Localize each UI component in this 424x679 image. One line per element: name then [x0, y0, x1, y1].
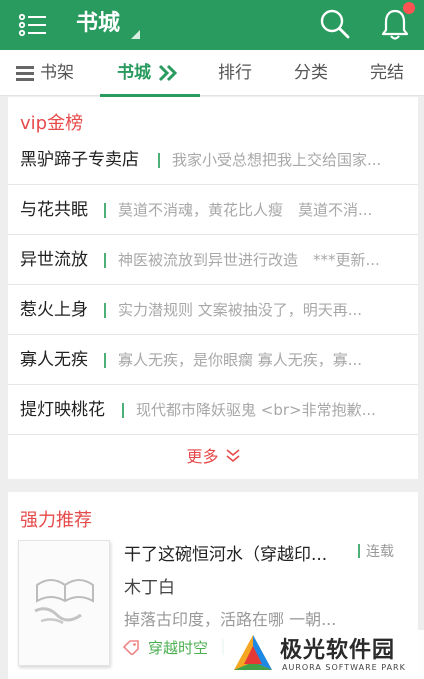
more-button[interactable]: 更多: [8, 435, 418, 479]
book-cover-logo: [34, 579, 94, 625]
tab-label: 书城: [117, 63, 151, 83]
status-badge: 连载: [358, 541, 394, 561]
divider: [104, 203, 106, 218]
divider: [158, 153, 160, 168]
tab-label: 书架: [40, 63, 74, 83]
menu-icon[interactable]: [18, 10, 48, 40]
divider: [104, 303, 106, 318]
watermark-text: 极光软件园: [280, 638, 396, 663]
book-author: 木丁白: [124, 578, 175, 598]
list-item[interactable]: 提灯映桃花 现代都市降妖驱鬼 <br>非常抱歉...: [8, 385, 418, 435]
book-desc: 我家小受总想把我上交给国家...: [172, 151, 382, 169]
list-item[interactable]: 惹火上身 实力潜规则 文案被抽没了，明天再...: [8, 285, 418, 335]
book-cover[interactable]: [18, 540, 110, 666]
aurora-logo-icon: [234, 635, 272, 670]
vip-ranking-card: vip金榜 黑驴蹄子专卖店 我家小受总想把我上交给国家... 与花共眠 莫道不消…: [8, 97, 418, 479]
double-chevron-right-icon: [158, 64, 178, 82]
book-name: 惹火上身: [20, 300, 88, 320]
book-name: 异世流放: [20, 250, 88, 270]
watermark: 极光软件园 AURORA SOFTWARE PARK: [222, 630, 424, 679]
book-name: 寡人无疾: [20, 350, 88, 370]
book-name: 黑驴蹄子专卖店: [20, 150, 139, 170]
shelf-icon: [16, 66, 34, 81]
more-label: 更多: [186, 447, 219, 466]
section-title: vip金榜: [20, 113, 84, 134]
divider: [104, 253, 106, 268]
section-title: 强力推荐: [20, 510, 92, 531]
page-title[interactable]: 书城: [76, 9, 120, 39]
list-item[interactable]: 与花共眠 莫道不消魂，黄花比人瘦 莫道不消...: [8, 185, 418, 235]
list-item[interactable]: 黑驴蹄子专卖店 我家小受总想把我上交给国家...: [8, 135, 418, 185]
list-item[interactable]: 寡人无疾 寡人无疾，是你眼瘸 寡人无疾，寡...: [8, 335, 418, 385]
book-desc: 寡人无疾，是你眼瘸 寡人无疾，寡...: [118, 351, 363, 369]
tab-category[interactable]: 分类: [294, 50, 328, 96]
list-item[interactable]: 异世流放 神医被流放到异世进行改造 ***更新...: [8, 235, 418, 285]
book-desc: 实力潜规则 文案被抽没了，明天再...: [118, 301, 363, 319]
search-icon[interactable]: [318, 7, 352, 41]
book-desc: 神医被流放到异世进行改造 ***更新...: [118, 251, 380, 269]
book-synopsis: 掉落古印度，活路在哪 一朝...: [124, 610, 337, 629]
book-desc: 莫道不消魂，黄花比人瘦 莫道不消...: [118, 201, 373, 219]
tab-bar: 书架 书城 排行 分类 完结: [0, 50, 424, 97]
top-bar: 书城: [0, 0, 424, 50]
tab-ranking[interactable]: 排行: [218, 50, 252, 96]
tab-completed[interactable]: 完结: [370, 50, 404, 96]
tag-icon: [122, 640, 139, 655]
tab-bookstore[interactable]: 书城: [100, 50, 200, 97]
notification-dot: [403, 2, 415, 14]
watermark-subtext: AURORA SOFTWARE PARK: [282, 663, 406, 672]
divider: [104, 353, 106, 368]
divider: [122, 403, 124, 418]
book-title[interactable]: 干了这碗恒河水（穿越印...: [124, 540, 327, 565]
book-name: 提灯映桃花: [20, 400, 105, 420]
book-desc: 现代都市降妖驱鬼 <br>非常抱歉...: [136, 401, 376, 419]
double-chevron-down-icon: [226, 449, 240, 463]
title-dropdown-caret-icon[interactable]: [131, 30, 140, 39]
genre-tag[interactable]: 穿越时空: [148, 637, 208, 658]
book-name: 与花共眠: [20, 200, 88, 220]
